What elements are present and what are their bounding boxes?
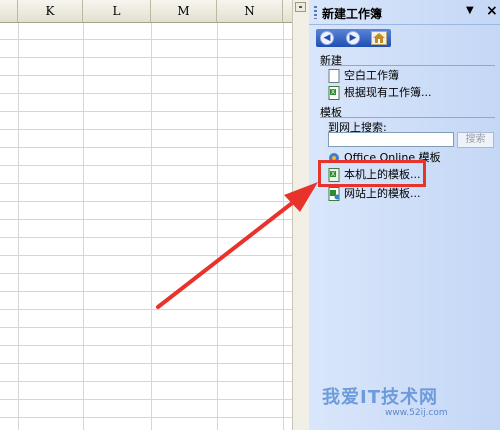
existing-workbook-icon: X	[328, 86, 340, 100]
grid-row-line	[0, 219, 292, 220]
vertical-scrollbar[interactable]	[292, 0, 309, 430]
blank-workbook-icon	[328, 69, 340, 83]
grid-row-line	[0, 111, 292, 112]
website-template-icon	[328, 187, 340, 201]
task-pane-menu-button[interactable]: ▼	[466, 5, 474, 16]
website-templates-link[interactable]: 网站上的模板...	[328, 186, 421, 202]
column-header-partial[interactable]	[0, 0, 18, 22]
watermark-text: 我爱IT技术网	[322, 387, 438, 408]
grid-row-line	[0, 129, 292, 130]
grid-row-line	[0, 381, 292, 382]
search-button[interactable]: 搜索	[457, 132, 494, 148]
grid-row-line	[0, 273, 292, 274]
task-pane-close-button[interactable]: ×	[486, 3, 498, 19]
grid-row-line	[0, 327, 292, 328]
grid-row-line	[0, 57, 292, 58]
column-header-n[interactable]: N	[217, 0, 283, 22]
column-header-l[interactable]: L	[83, 0, 151, 22]
grid-column-line	[217, 23, 218, 430]
grid-row-line	[0, 399, 292, 400]
task-pane: 新建工作簿 ▼ × ◀ ▶ 新建 空白工作簿 X 根据现有工作簿... 模板 到…	[309, 0, 500, 430]
split-box-icon[interactable]	[295, 2, 306, 12]
svg-text:X: X	[331, 89, 335, 96]
highlight-box	[318, 160, 426, 187]
grid-column-line	[151, 23, 152, 430]
grid-row-line	[0, 345, 292, 346]
task-pane-titlebar: 新建工作簿 ▼ ×	[309, 0, 500, 25]
grid-row-line	[0, 309, 292, 310]
section-divider	[320, 65, 495, 66]
watermark-url: www.52ij.com	[385, 408, 448, 418]
grid-column-line	[283, 23, 284, 430]
column-header-row: K L M N	[0, 0, 292, 23]
grid-row-line	[0, 165, 292, 166]
grid-row-line	[0, 255, 292, 256]
grid-row-line	[0, 93, 292, 94]
grid-row-line	[0, 363, 292, 364]
home-icon[interactable]	[371, 31, 387, 45]
column-header-m[interactable]: M	[151, 0, 217, 22]
grid-column-line	[83, 23, 84, 430]
task-pane-title: 新建工作簿	[322, 7, 383, 21]
grid-row-line	[0, 201, 292, 202]
spreadsheet-grid[interactable]: K L M N	[0, 0, 292, 430]
task-pane-nav-bar: ◀ ▶	[316, 29, 391, 47]
grid-row-line	[0, 39, 292, 40]
grid-row-line	[0, 237, 292, 238]
column-header-k[interactable]: K	[18, 0, 83, 22]
grid-row-line	[0, 183, 292, 184]
forward-arrow-icon[interactable]: ▶	[346, 31, 360, 45]
blank-workbook-link[interactable]: 空白工作簿	[328, 68, 399, 84]
grid-row-line	[0, 291, 292, 292]
drag-grip-icon[interactable]	[314, 6, 317, 19]
existing-workbook-link[interactable]: X 根据现有工作簿...	[328, 85, 432, 101]
grid-row-line	[0, 147, 292, 148]
search-input[interactable]	[328, 132, 454, 147]
back-arrow-icon[interactable]: ◀	[320, 31, 334, 45]
section-divider	[320, 117, 495, 118]
grid-row-line	[0, 75, 292, 76]
grid-column-line	[18, 23, 19, 430]
grid-row-line	[0, 417, 292, 418]
cell-grid[interactable]	[0, 23, 292, 430]
